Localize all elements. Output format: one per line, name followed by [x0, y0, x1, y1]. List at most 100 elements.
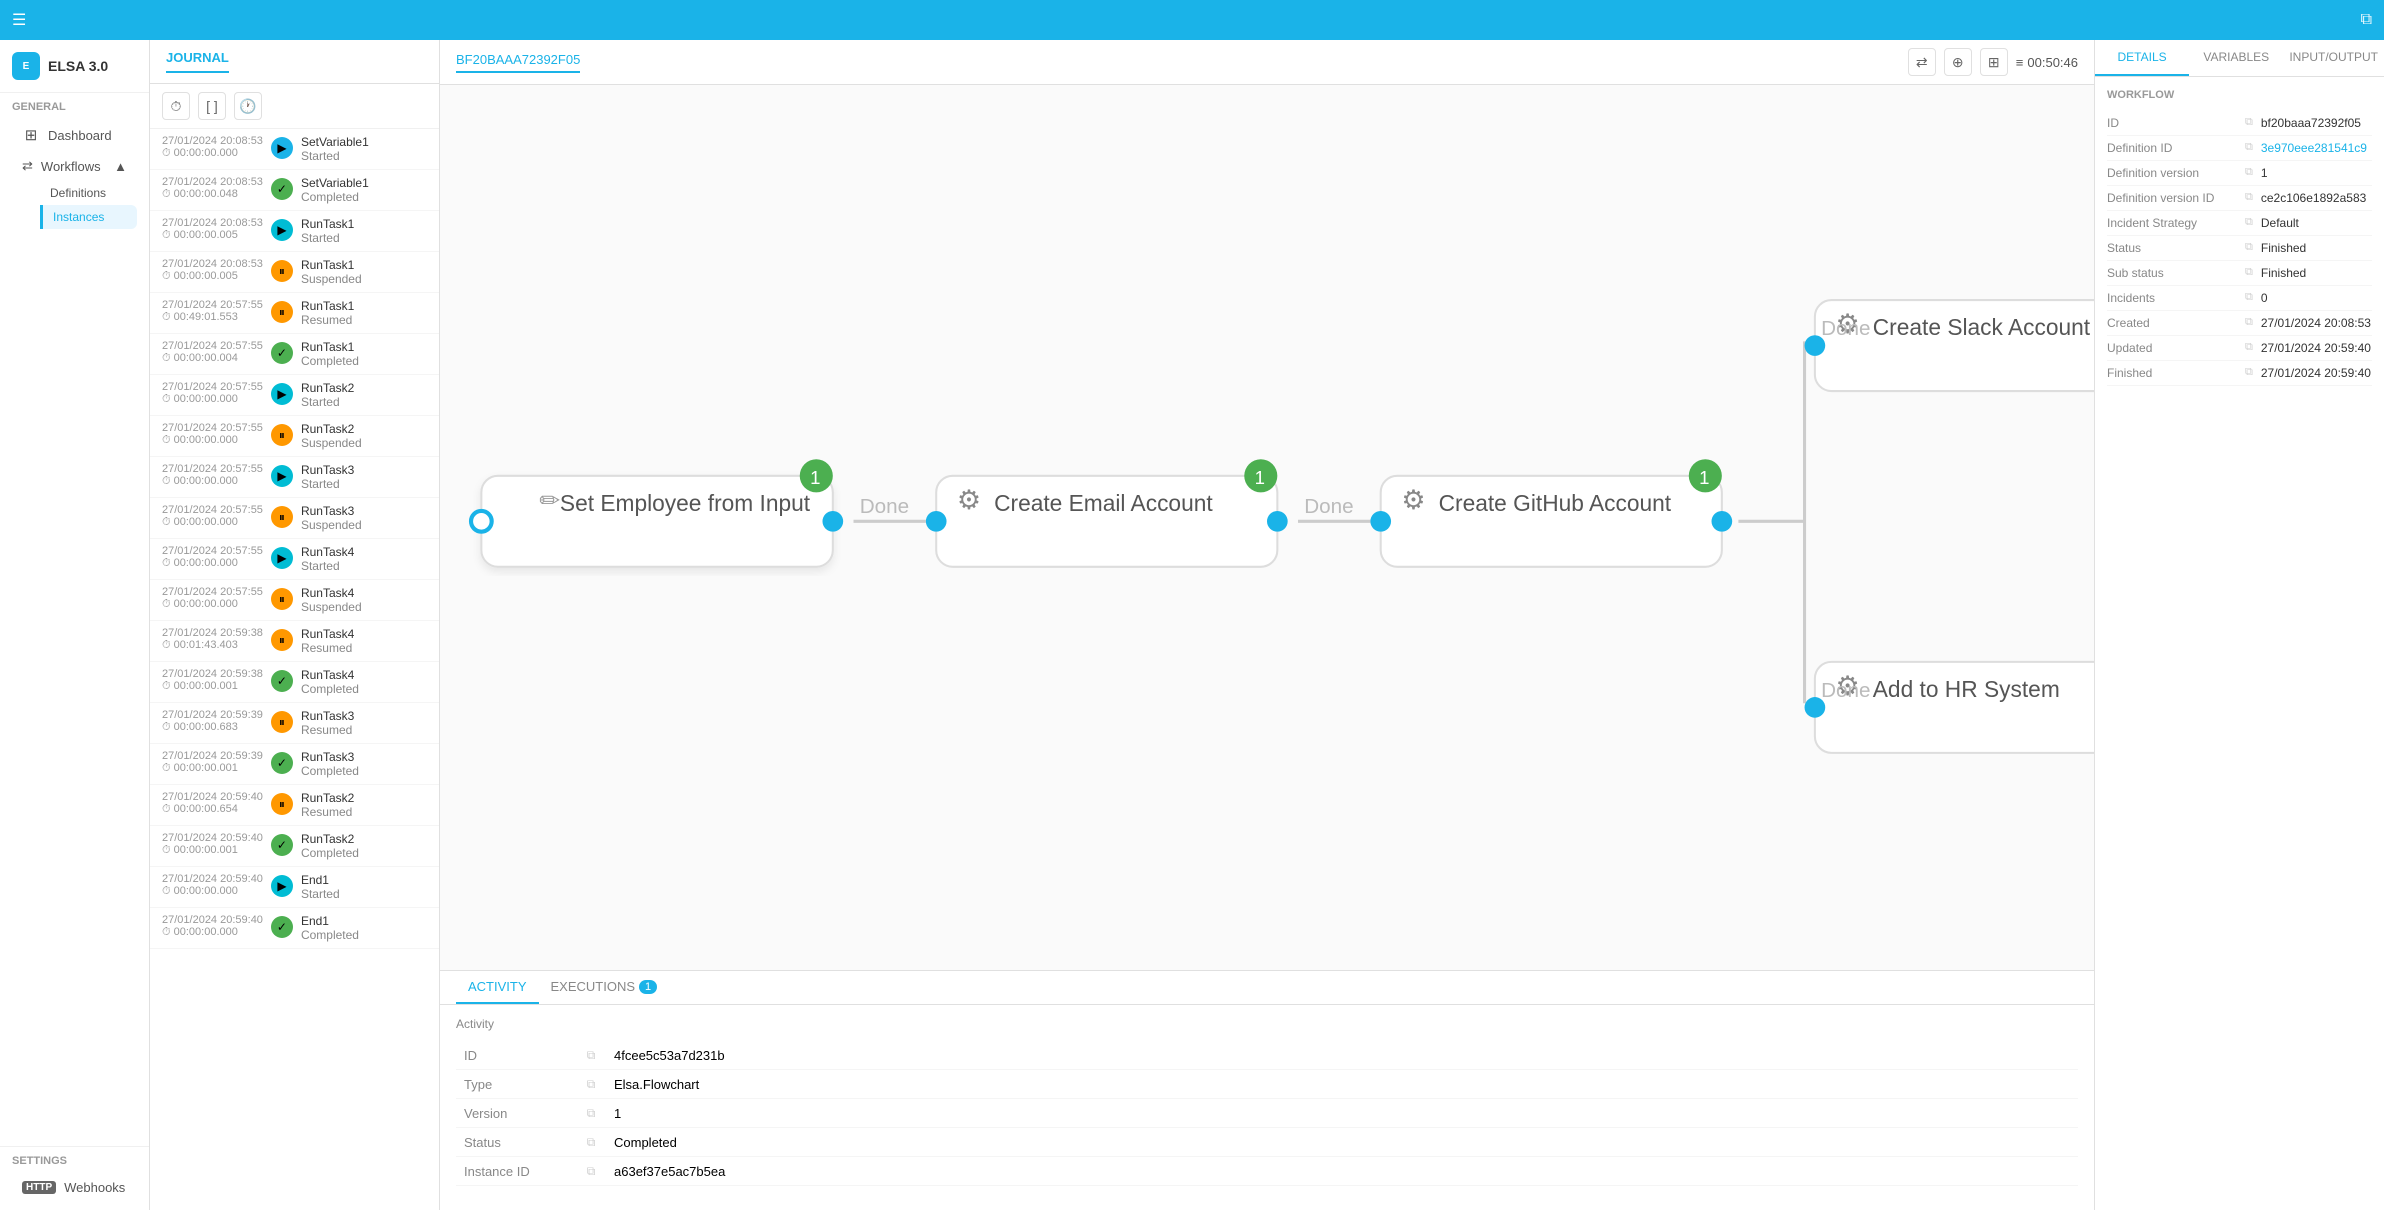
copy-icon[interactable]: ⧉: [2245, 341, 2253, 354]
copy-icon[interactable]: ⧉: [2245, 291, 2253, 304]
copy-icon[interactable]: ⧉: [587, 1135, 596, 1149]
svg-text:✏: ✏: [539, 488, 560, 515]
detail-row: Incidents ⧉ 0: [2107, 286, 2372, 311]
hamburger-menu-icon[interactable]: ☰: [12, 10, 26, 30]
tab-executions[interactable]: EXECUTIONS 1: [539, 971, 670, 1004]
entry-datetime: 27/01/2024 20:57:55: [162, 504, 263, 516]
chevron-up-icon: ▲: [114, 159, 127, 174]
entry-datetime: 27/01/2024 20:57:55: [162, 463, 263, 475]
activity-label: Activity: [456, 1017, 2078, 1031]
tab-details[interactable]: DETAILS: [2095, 40, 2189, 76]
copy-icon[interactable]: ⧉: [2245, 141, 2253, 154]
copy-icon[interactable]: ⧉: [2245, 366, 2253, 379]
detail-value[interactable]: 3e970eee281541c9: [2261, 141, 2372, 155]
journal-clock-btn[interactable]: 🕐: [234, 92, 262, 120]
sidebar-workflows: ⇄ Workflows ▲ Definitions Instances: [12, 151, 137, 229]
detail-key: Status: [2107, 241, 2237, 255]
entry-datetime: 27/01/2024 20:57:55: [162, 586, 263, 598]
tab-activity[interactable]: ACTIVITY: [456, 971, 539, 1004]
svg-text:Set Employee from Input: Set Employee from Input: [560, 490, 811, 516]
journal-entry: 27/01/2024 20:08:53 ⏱ 00:00:00.000 ▶ Set…: [150, 129, 439, 170]
activity-key: Type: [456, 1070, 576, 1099]
entry-name: RunTask3: [301, 709, 354, 723]
entry-name: RunTask3: [301, 504, 362, 518]
detail-key: Definition version ID: [2107, 191, 2237, 205]
copy-icon[interactable]: ⧉: [2245, 266, 2253, 279]
entry-duration: ⏱ 00:00:00.000: [162, 557, 263, 570]
entry-datetime: 27/01/2024 20:59:39: [162, 750, 263, 762]
canvas-btn-1[interactable]: ⇄: [1908, 48, 1936, 76]
detail-row: Finished ⧉ 27/01/2024 20:59:40: [2107, 361, 2372, 386]
workflow-canvas[interactable]: ✏ Set Employee from Input 1 Done ⚙ Creat…: [440, 85, 2094, 970]
copy-icon[interactable]: ⧉: [2245, 216, 2253, 229]
entry-datetime: 27/01/2024 20:57:55: [162, 545, 263, 557]
entry-datetime: 27/01/2024 20:59:40: [162, 914, 263, 926]
entry-status: Suspended: [301, 272, 362, 286]
sidebar-item-definitions[interactable]: Definitions: [40, 181, 137, 205]
entry-dot: ▶: [271, 875, 293, 897]
detail-value: 0: [2261, 291, 2372, 305]
sidebar-item-dashboard[interactable]: ⊞ Dashboard: [12, 119, 137, 151]
svg-text:Done: Done: [1821, 679, 1870, 702]
activity-key: Status: [456, 1128, 576, 1157]
svg-text:1: 1: [1699, 467, 1709, 488]
detail-row: Definition ID ⧉ 3e970eee281541c9: [2107, 136, 2372, 161]
journal-entry: 27/01/2024 20:57:55 ⏱ 00:00:00.000 ▶ Run…: [150, 375, 439, 416]
main-area: BF20BAAA72392F05 ⇄ ⊕ ⊞ ≡ 00:50:46 ✏ Set …: [440, 40, 2094, 1210]
svg-text:Done: Done: [860, 495, 909, 518]
right-content: Workflow ID ⧉ bf20baaa72392f05 Definitio…: [2095, 77, 2384, 1210]
detail-value: 27/01/2024 20:59:40: [2261, 341, 2372, 355]
canvas-btn-3[interactable]: ⊞: [1980, 48, 2008, 76]
entry-dot: ⏸: [271, 588, 293, 610]
journal-entry: 27/01/2024 20:08:53 ⏱ 00:00:00.048 ✓ Set…: [150, 170, 439, 211]
copy-icon[interactable]: ⧉: [2245, 191, 2253, 204]
activity-value: 1: [606, 1099, 2078, 1128]
sidebar-item-instances[interactable]: Instances: [40, 205, 137, 229]
copy-icon[interactable]: ⧉: [587, 1048, 596, 1062]
detail-row: Incident Strategy ⧉ Default: [2107, 211, 2372, 236]
copy-icon[interactable]: ⧉: [587, 1164, 596, 1178]
sidebar-item-webhooks[interactable]: HTTP Webhooks: [12, 1173, 137, 1202]
canvas-btn-2[interactable]: ⊕: [1944, 48, 1972, 76]
entry-duration: ⏱ 00:49:01.553: [162, 311, 263, 324]
journal-filter-btn[interactable]: ⏱: [162, 92, 190, 120]
entry-dot: ▶: [271, 465, 293, 487]
entry-duration: ⏱ 00:00:00.000: [162, 516, 263, 529]
activity-value: Completed: [606, 1128, 2078, 1157]
sidebar-item-workflows[interactable]: ⇄ Workflows ▲: [12, 151, 137, 181]
entry-datetime: 27/01/2024 20:08:53: [162, 135, 263, 147]
right-tabs: DETAILS VARIABLES INPUT/OUTPUT: [2095, 40, 2384, 77]
logo-text: ELSA 3.0: [48, 58, 108, 74]
entry-name: End1: [301, 914, 359, 928]
copy-icon[interactable]: ⧉: [2245, 316, 2253, 329]
journal-entry: 27/01/2024 20:57:55 ⏱ 00:00:00.000 ⏸ Run…: [150, 416, 439, 457]
window-icon[interactable]: ⧉: [2361, 11, 2372, 28]
detail-row: Created ⧉ 27/01/2024 20:08:53: [2107, 311, 2372, 336]
entry-dot: ▶: [271, 547, 293, 569]
entry-datetime: 27/01/2024 20:59:38: [162, 668, 263, 680]
detail-value: Default: [2261, 216, 2372, 230]
activity-value: a63ef37e5ac7b5ea: [606, 1157, 2078, 1186]
detail-row: ID ⧉ bf20baaa72392f05: [2107, 111, 2372, 136]
copy-icon[interactable]: ⧉: [2245, 166, 2253, 179]
journal-bracket-btn[interactable]: [ ]: [198, 92, 226, 120]
copy-icon[interactable]: ⧉: [587, 1077, 596, 1091]
journal-list: 27/01/2024 20:08:53 ⏱ 00:00:00.000 ▶ Set…: [150, 129, 439, 1210]
journal-entry: 27/01/2024 20:57:55 ⏱ 00:00:00.000 ▶ Run…: [150, 457, 439, 498]
entry-name: SetVariable1: [301, 176, 369, 190]
time-value: 00:50:46: [2027, 55, 2078, 70]
entry-status: Completed: [301, 764, 359, 778]
svg-text:Create Email Account: Create Email Account: [994, 490, 1213, 516]
entry-datetime: 27/01/2024 20:59:39: [162, 709, 263, 721]
copy-icon[interactable]: ⧉: [587, 1106, 596, 1120]
journal-entry: 27/01/2024 20:57:55 ⏱ 00:00:00.000 ⏸ Run…: [150, 498, 439, 539]
tab-variables[interactable]: VARIABLES: [2189, 40, 2283, 76]
entry-name: End1: [301, 873, 340, 887]
entry-dot: ⏸: [271, 301, 293, 323]
workflows-label: Workflows: [41, 159, 101, 174]
time-icon: ≡: [2016, 55, 2024, 70]
entry-duration: ⏱ 00:00:00.001: [162, 762, 263, 775]
tab-input-output[interactable]: INPUT/OUTPUT: [2283, 40, 2384, 76]
copy-icon[interactable]: ⧉: [2245, 116, 2253, 129]
copy-icon[interactable]: ⧉: [2245, 241, 2253, 254]
